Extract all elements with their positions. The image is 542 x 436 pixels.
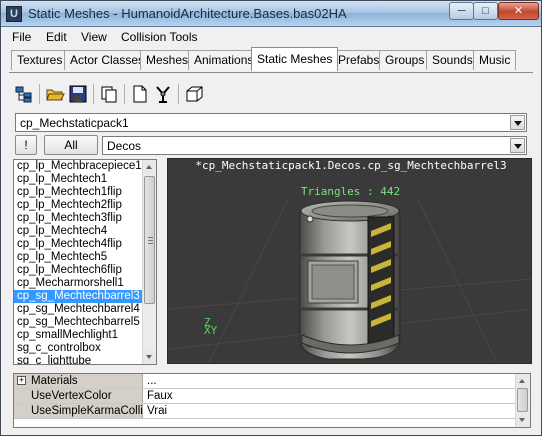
- property-row-usesimplekarmacollision[interactable]: UseSimpleKarmaColli... Vrai: [14, 404, 516, 419]
- list-item[interactable]: sg_c_lighttube: [14, 355, 143, 364]
- save-button[interactable]: [67, 83, 89, 105]
- tab-groups[interactable]: Groups: [379, 50, 431, 70]
- property-row-materials[interactable]: + Materials ...: [14, 374, 516, 389]
- tab-sounds[interactable]: Sounds: [426, 50, 479, 70]
- axis-xy-label: XY: [204, 324, 218, 337]
- property-name: + Materials: [14, 374, 143, 388]
- package-combo-value: cp_Mechstaticpack1: [20, 116, 129, 130]
- menu-view[interactable]: View: [81, 30, 107, 44]
- property-value[interactable]: Vrai: [144, 404, 167, 418]
- grip-icon: [148, 237, 153, 244]
- package-combo[interactable]: cp_Mechstaticpack1: [15, 113, 527, 132]
- package-tree-button[interactable]: [13, 83, 35, 105]
- scroll-up-icon[interactable]: [143, 160, 156, 174]
- property-name: UseSimpleKarmaColli...: [14, 404, 143, 418]
- menu-collision-tools[interactable]: Collision Tools: [121, 30, 197, 44]
- preview-mesh-name: *cp_Mechstaticpack1.Decos.cp_sg_Mechtech…: [195, 159, 507, 172]
- property-name: UseVertexColor: [14, 389, 143, 403]
- title-bar[interactable]: U Static Meshes - HumanoidArchitecture.B…: [1, 1, 541, 27]
- list-item[interactable]: cp_lp_Mechtech4: [14, 225, 143, 238]
- menu-edit[interactable]: Edit: [46, 30, 67, 44]
- open-folder-icon: [46, 89, 65, 101]
- group-combo[interactable]: Decos: [102, 136, 527, 155]
- toolbar-separator: [39, 84, 40, 104]
- static-meshes-window: U Static Meshes - HumanoidArchitecture.B…: [0, 0, 542, 436]
- minimize-button[interactable]: ─: [449, 2, 474, 20]
- unreal-editor-icon[interactable]: U: [6, 6, 22, 22]
- group-combo-value: Decos: [107, 139, 142, 153]
- mesh-preview-viewport[interactable]: *cp_Mechstaticpack1.Decos.cp_sg_Mechtech…: [167, 158, 532, 364]
- bang-button[interactable]: !: [15, 135, 37, 155]
- list-item[interactable]: cp_lp_Mechtech1: [14, 173, 143, 186]
- toolbar: [9, 82, 533, 108]
- list-item[interactable]: cp_lp_Mechtech5: [14, 251, 143, 264]
- tab-textures[interactable]: Textures: [11, 50, 69, 70]
- tab-animations[interactable]: Animations: [188, 50, 260, 70]
- scroll-up-icon[interactable]: [516, 374, 529, 388]
- list-item[interactable]: cp_sg_Mechtechbarrel4: [14, 303, 143, 316]
- list-item[interactable]: cp_smallMechlight1: [14, 329, 143, 342]
- menu-file[interactable]: File: [12, 30, 31, 44]
- tools-icon: [156, 86, 170, 103]
- maximize-button[interactable]: □: [473, 2, 498, 20]
- mesh-list-scrollbar[interactable]: [142, 160, 156, 364]
- copy-icon: [101, 86, 117, 103]
- chevron-down-icon[interactable]: [510, 115, 525, 130]
- cube-view-button[interactable]: [183, 83, 205, 105]
- scroll-down-icon[interactable]: [516, 413, 529, 427]
- new-document-icon: [133, 85, 147, 103]
- tab-divider: [9, 72, 533, 73]
- property-value[interactable]: ...: [144, 374, 157, 388]
- scroll-down-icon[interactable]: [143, 350, 156, 364]
- properties-scrollbar[interactable]: [515, 374, 530, 427]
- close-button[interactable]: ✕: [498, 2, 539, 20]
- tab-static-meshes[interactable]: Static Meshes: [251, 47, 339, 71]
- cube-icon: [186, 86, 203, 102]
- chevron-down-icon[interactable]: [510, 138, 525, 153]
- tab-prefabs[interactable]: Prefabs: [332, 50, 386, 70]
- properties-grid: + Materials ... UseVertexColor Faux UseS…: [13, 373, 531, 428]
- list-item[interactable]: cp_sg_Mechtechbarrel5: [14, 316, 143, 329]
- save-icon: [69, 85, 87, 103]
- toolbar-separator: [93, 84, 94, 104]
- list-item[interactable]: cp_sg_Mechtechbarrel3: [14, 290, 143, 303]
- preview-triangle-count: Triangles : 442: [300, 185, 401, 198]
- list-item[interactable]: cp_lp_Mechtech1flip: [14, 186, 143, 199]
- list-item[interactable]: cp_lp_Mechtech2flip: [14, 199, 143, 212]
- tab-actor-classes[interactable]: Actor Classes: [64, 50, 151, 70]
- list-item[interactable]: cp_lp_Mechtech6flip: [14, 264, 143, 277]
- toolbar-separator: [124, 84, 125, 104]
- scroll-thumb[interactable]: [144, 176, 155, 304]
- all-button[interactable]: All: [44, 135, 98, 155]
- close-icon: ✕: [513, 5, 524, 17]
- tools-button[interactable]: [152, 83, 174, 105]
- scroll-thumb[interactable]: [517, 388, 528, 412]
- property-row-usevertexcolor[interactable]: UseVertexColor Faux: [14, 389, 516, 404]
- maximize-icon: □: [482, 5, 489, 17]
- copy-button[interactable]: [98, 83, 120, 105]
- axis-gizmo-icon: Z XY: [204, 317, 218, 337]
- property-value[interactable]: Faux: [144, 389, 173, 403]
- list-item[interactable]: cp_lp_Mechtech4flip: [14, 238, 143, 251]
- expand-plus-icon[interactable]: +: [17, 376, 26, 385]
- list-item[interactable]: cp_lp_Mechbracepiece1: [14, 160, 143, 173]
- minimize-icon: ─: [457, 5, 466, 17]
- static-mesh-list-items: cp_lp_Mechbracepiece1 cp_lp_Mechtech1 cp_l…: [14, 160, 143, 364]
- list-item[interactable]: cp_Mecharmorshell1: [14, 277, 143, 290]
- menu-bar: File Edit View Collision Tools: [1, 28, 541, 47]
- list-item[interactable]: sg_c_controlbox: [14, 342, 143, 355]
- toolbar-separator: [178, 84, 179, 104]
- tab-meshes[interactable]: Meshes: [140, 50, 195, 70]
- tab-music[interactable]: Music: [473, 50, 517, 70]
- window-title: Static Meshes - HumanoidArchitecture.Bas…: [28, 6, 347, 21]
- new-button[interactable]: [129, 83, 151, 105]
- package-tree-icon: [15, 86, 32, 103]
- static-mesh-list[interactable]: cp_lp_Mechbracepiece1 cp_lp_Mechtech1 cp_l…: [13, 159, 157, 365]
- tab-strip: Textures Actor Classes Meshes Animations…: [1, 47, 541, 73]
- list-item[interactable]: cp_lp_Mechtech3flip: [14, 212, 143, 225]
- open-button[interactable]: [44, 83, 66, 105]
